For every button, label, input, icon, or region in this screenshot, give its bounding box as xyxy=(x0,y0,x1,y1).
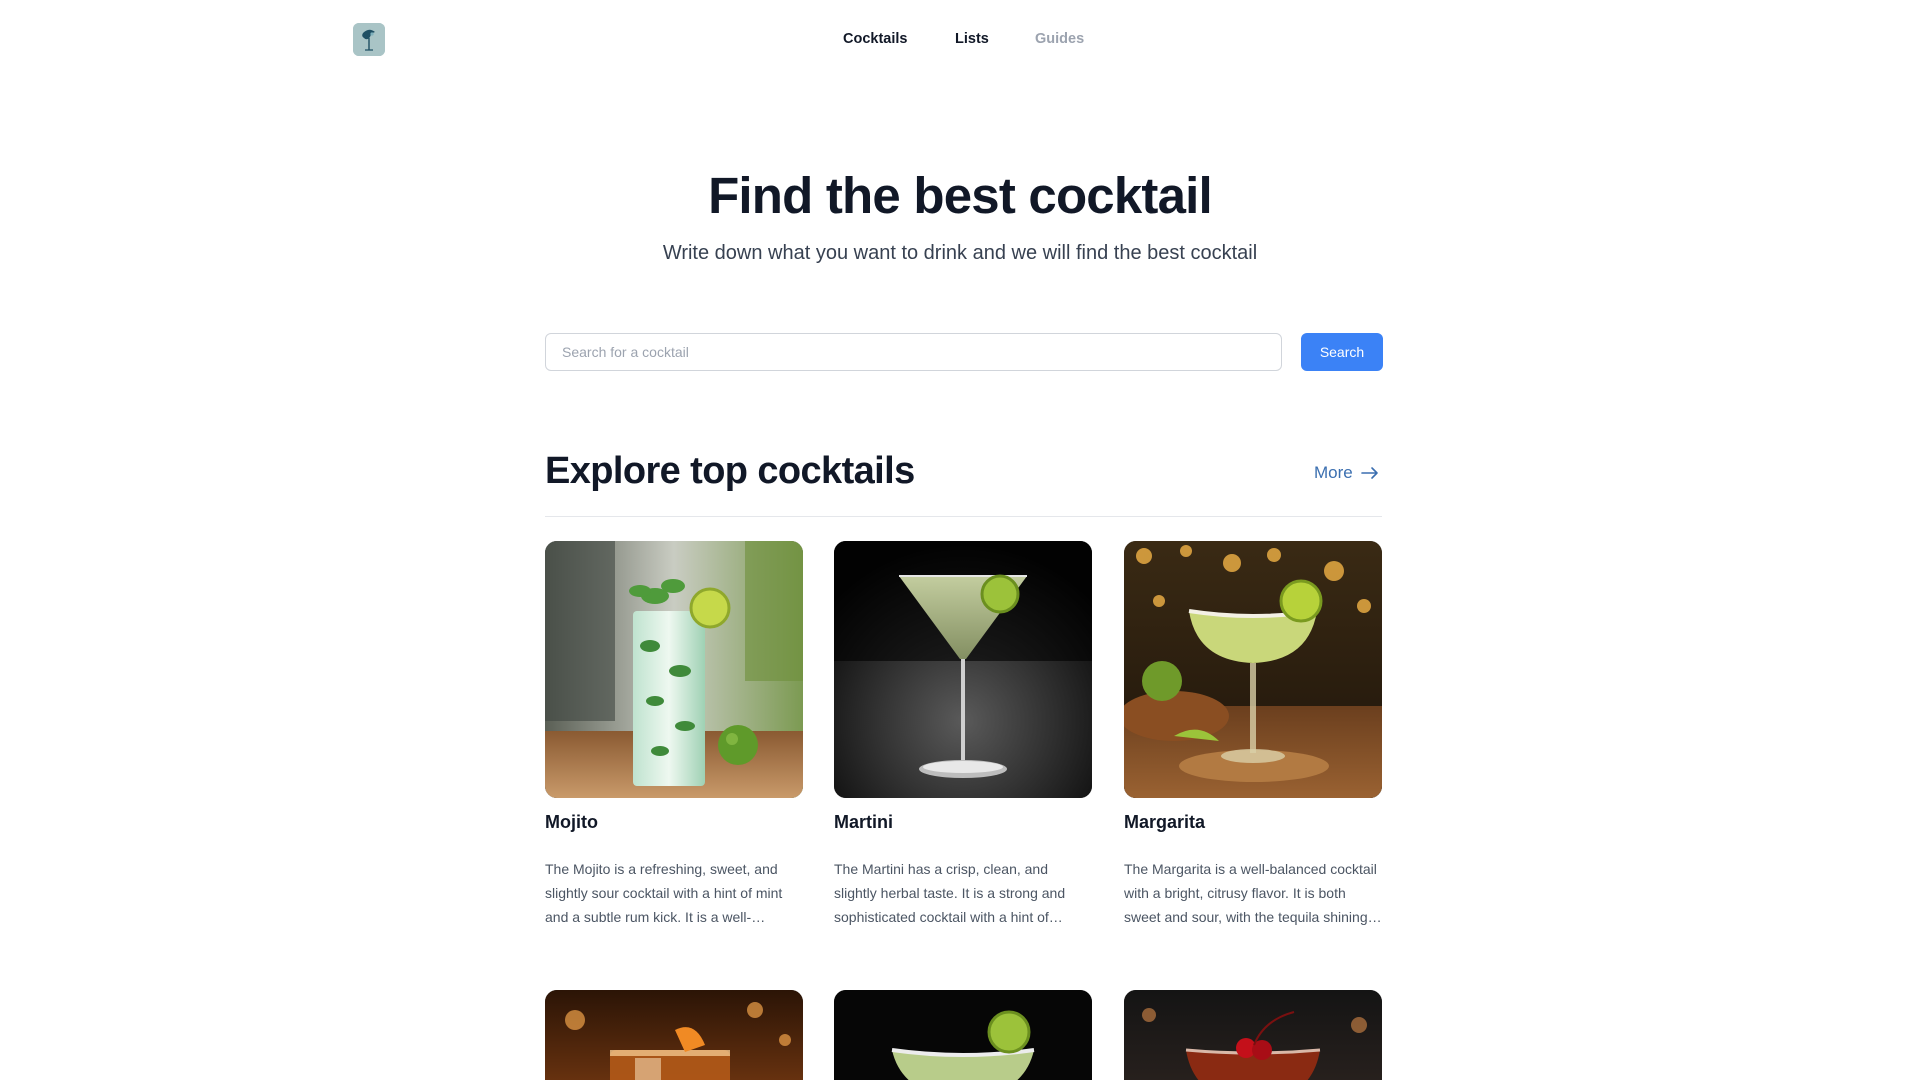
cocktail-description: The Margarita is a well-balanced cocktai… xyxy=(1124,861,1377,925)
cocktail-description: The Martini has a crisp, clean, and slig… xyxy=(834,861,1066,925)
cocktail-card-mojito[interactable]: Mojito The Mojito is a refreshing, sweet… xyxy=(545,541,803,929)
nav-link-guides[interactable]: Guides xyxy=(1035,31,1084,47)
page: Cocktails Lists Guides Find the best coc… xyxy=(0,0,1920,1080)
cocktail-description: The Mojito is a refreshing, sweet, and s… xyxy=(545,861,783,925)
nav-link-cocktails[interactable]: Cocktails xyxy=(843,31,907,47)
cocktail-card-martini[interactable]: Martini The Martini has a crisp, clean, … xyxy=(834,541,1092,929)
page-subtitle: Write down what you want to drink and we… xyxy=(662,242,1258,264)
arrow-right-icon xyxy=(1360,467,1378,479)
more-link[interactable]: More xyxy=(1314,462,1379,484)
search-input[interactable] xyxy=(545,333,1282,371)
manhattan-photo[interactable] xyxy=(1124,990,1382,1080)
cocktail-name[interactable]: Mojito xyxy=(545,812,803,836)
site-header: Cocktails Lists Guides xyxy=(0,0,1920,80)
margarita-photo[interactable] xyxy=(1124,541,1382,798)
old-fashioned-photo[interactable] xyxy=(545,990,803,1080)
more-link-label: More xyxy=(1314,463,1353,482)
section-title: Explore top cocktails xyxy=(545,450,915,492)
cocktail-name[interactable]: Margarita xyxy=(1124,812,1382,836)
cocktail-card-old-fashioned[interactable] xyxy=(545,990,803,1080)
search-button[interactable]: Search xyxy=(1301,333,1383,371)
daiquiri-photo[interactable] xyxy=(834,990,1092,1080)
nav-link-lists[interactable]: Lists xyxy=(955,31,989,47)
cocktail-card-daiquiri[interactable] xyxy=(834,990,1092,1080)
cocktail-card-margarita[interactable]: Margarita The Margarita is a well-balanc… xyxy=(1124,541,1382,929)
section-divider xyxy=(545,516,1382,517)
cocktail-card-manhattan[interactable] xyxy=(1124,990,1382,1080)
main-nav: Cocktails Lists Guides xyxy=(0,31,1920,51)
mojito-photo[interactable] xyxy=(545,541,803,798)
cocktail-name[interactable]: Martini xyxy=(834,812,1092,836)
page-title: Find the best cocktail xyxy=(708,167,1213,224)
martini-photo[interactable] xyxy=(834,541,1092,798)
